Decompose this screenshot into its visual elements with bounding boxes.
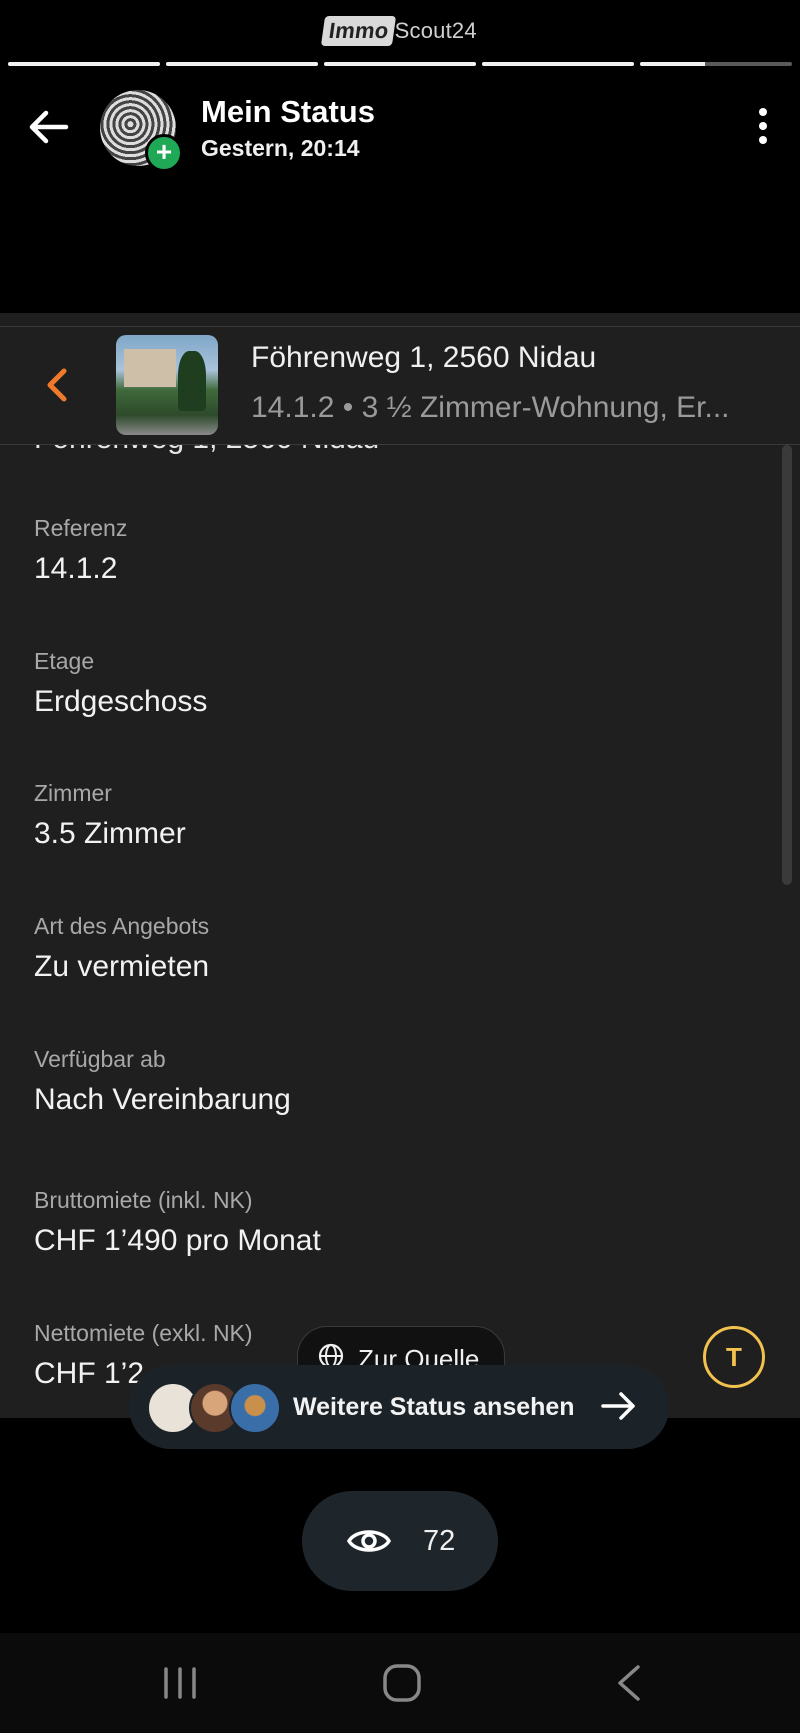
field-art-des-angebots: Art des Angebots Zu vermieten <box>34 913 209 984</box>
field-value: 14.1.2 <box>34 552 118 585</box>
field-value: Nach Vereinbarung <box>34 1083 291 1116</box>
view-count: 72 <box>423 1525 456 1557</box>
text-recognition-button[interactable]: T <box>703 1326 765 1388</box>
field-label: Referenz <box>34 515 128 541</box>
field-zimmer: Zimmer 3.5 Zimmer <box>34 780 186 851</box>
eye-icon <box>346 1530 392 1552</box>
listing-app-bar: Föhrenweg 1, 2560 Nidau 14.1.2 • 3 ½ Zim… <box>0 326 800 445</box>
recent-apps-icon[interactable] <box>160 1665 200 1701</box>
progress-segment <box>640 62 792 66</box>
field-etage: Etage Erdgeschoss <box>34 648 207 719</box>
views-button[interactable]: 72 <box>302 1491 498 1591</box>
field-label: Art des Angebots <box>34 913 210 939</box>
field-label: Nettomiete (exkl. NK) <box>34 1320 253 1346</box>
progress-segment <box>324 62 476 66</box>
story-progress <box>8 62 792 66</box>
progress-segment <box>482 62 634 66</box>
more-options-icon[interactable] <box>758 108 768 148</box>
status-title: Mein Status <box>201 94 375 129</box>
field-label: Bruttomiete (inkl. NK) <box>34 1187 253 1213</box>
system-back-icon[interactable] <box>614 1663 644 1703</box>
system-navigation-bar <box>0 1633 800 1733</box>
progress-segment <box>8 62 160 66</box>
back-arrow-icon[interactable] <box>26 104 72 150</box>
status-avatar <box>229 1382 281 1434</box>
home-icon[interactable] <box>382 1663 422 1703</box>
field-label: Zimmer <box>34 780 112 806</box>
more-status-label: Weitere Status ansehen <box>293 1393 575 1421</box>
status-timestamp: Gestern, 20:14 <box>201 135 360 161</box>
listing-summary: 14.1.2 • 3 ½ Zimmer-Wohnung, Er... <box>251 391 730 424</box>
field-verfuegbar-ab: Verfügbar ab Nach Vereinbarung <box>34 1046 291 1117</box>
listing-address: Föhrenweg 1, 2560 Nidau <box>251 341 597 374</box>
field-value: 3.5 Zimmer <box>34 817 186 850</box>
listing-thumbnail <box>116 335 218 435</box>
field-referenz: Referenz 14.1.2 <box>34 515 127 586</box>
field-label: Etage <box>34 648 95 674</box>
arrow-right-icon <box>601 1392 635 1420</box>
add-status-icon[interactable]: + <box>145 134 183 172</box>
field-bruttomiete: Bruttomiete (inkl. NK) CHF 1’490 pro Mon… <box>34 1187 321 1258</box>
immoscout-logo: Immo Scout24 <box>0 16 800 46</box>
field-value: Erdgeschoss <box>34 685 208 718</box>
progress-segment <box>166 62 318 66</box>
status-header: + Mein Status Gestern, 20:14 <box>0 88 800 178</box>
field-value: CHF 1’490 pro Monat <box>34 1224 321 1257</box>
more-status-button[interactable]: Weitere Status ansehen <box>129 1365 669 1449</box>
field-value: Zu vermieten <box>34 950 210 983</box>
scrollbar[interactable] <box>782 445 792 885</box>
chevron-left-icon[interactable] <box>42 365 72 405</box>
field-label: Verfügbar ab <box>34 1046 166 1072</box>
